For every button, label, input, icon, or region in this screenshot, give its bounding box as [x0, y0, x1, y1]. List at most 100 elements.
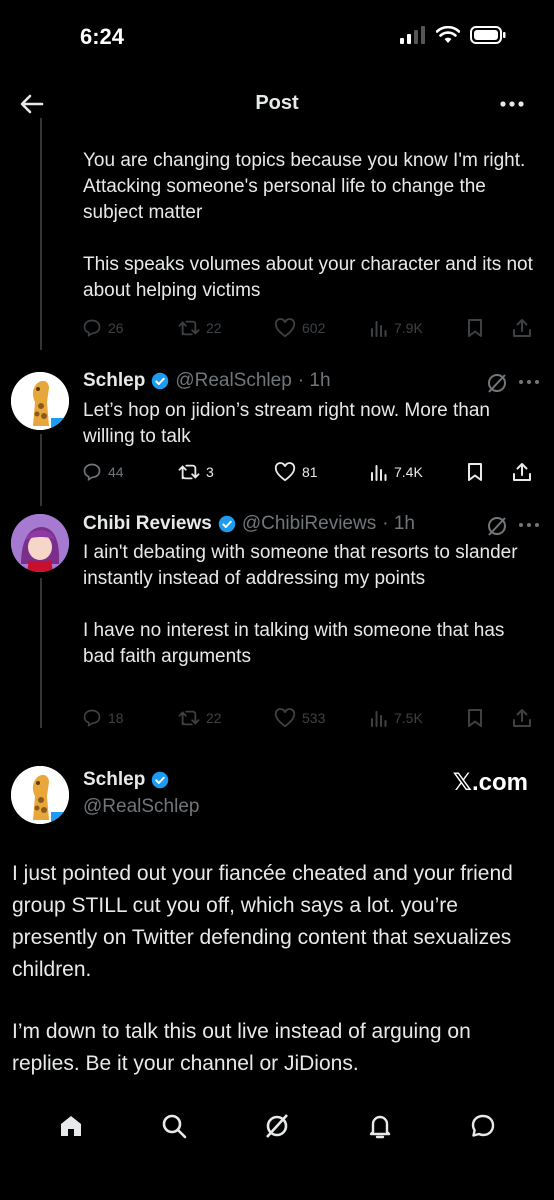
heart-icon [274, 462, 296, 482]
bookmark-button[interactable] [466, 318, 512, 338]
reply-button[interactable]: 18 [82, 708, 178, 728]
repost-button[interactable]: 3 [178, 462, 274, 482]
repost-count: 22 [206, 320, 222, 336]
reply-icon [83, 319, 101, 337]
views-button[interactable]: 7.9K [370, 319, 466, 337]
display-name[interactable]: Schlep [83, 370, 145, 392]
handle[interactable]: @RealSchlep [83, 796, 199, 818]
reply3-actions: 18 22 533 7.5K [82, 706, 542, 730]
giraffe-avatar-icon [11, 372, 69, 430]
views-icon [371, 711, 387, 727]
verified-badge-icon [152, 372, 169, 390]
home-icon[interactable] [57, 1112, 85, 1140]
reply3-paragraph: I ain't debating with someone that resor… [83, 542, 518, 589]
grok-icon[interactable] [486, 515, 508, 537]
bookmark-icon [468, 463, 482, 481]
share-button[interactable] [512, 462, 532, 482]
avatar[interactable] [11, 372, 69, 430]
reply1-actions: 26 22 602 7.9K [82, 316, 542, 340]
bookmark-icon [468, 319, 482, 337]
bookmark-button[interactable] [466, 462, 512, 482]
reply1-text: You are changing topics because you know… [83, 148, 533, 304]
like-count: 602 [302, 320, 326, 336]
views-icon [371, 321, 387, 337]
main-paragraph: I just pointed out your fiancée cheated … [12, 862, 513, 981]
reply-icon [83, 463, 101, 481]
notifications-icon[interactable] [366, 1112, 394, 1140]
share-icon [513, 319, 531, 337]
reply2-header: Schlep @RealSchlep · 1h [83, 370, 331, 392]
views-icon [371, 465, 387, 481]
reply1-paragraph: This speaks volumes about your character… [83, 254, 533, 301]
more-options-icon[interactable] [518, 376, 540, 388]
like-button[interactable]: 81 [274, 462, 370, 482]
share-icon [513, 709, 531, 727]
anime-avatar-icon [11, 514, 69, 572]
handle[interactable]: @ChibiReviews [242, 513, 376, 535]
thread-line [40, 578, 42, 728]
repost-count: 22 [206, 710, 222, 726]
views-button[interactable]: 7.4K [370, 463, 466, 481]
main-paragraph: I’m down to talk this out live instead o… [12, 1020, 471, 1075]
x-com-watermark: 𝕏.com [452, 769, 528, 796]
reply-count: 26 [108, 320, 124, 336]
views-button[interactable]: 7.5K [370, 709, 466, 727]
like-count: 81 [302, 464, 318, 480]
reply-button[interactable]: 44 [82, 462, 178, 482]
bottom-nav [0, 1100, 554, 1152]
reply3-text: I ain't debating with someone that resor… [83, 540, 523, 670]
thread-line [40, 118, 42, 350]
reply2-actions: 44 3 81 7.4K [82, 460, 542, 484]
display-name[interactable]: Schlep [83, 769, 145, 791]
more-options-icon[interactable] [518, 519, 540, 531]
repost-button[interactable]: 22 [178, 318, 274, 338]
verified-badge-icon [218, 515, 236, 533]
reply-count: 44 [108, 464, 124, 480]
repost-button[interactable]: 22 [178, 708, 274, 728]
handle[interactable]: @RealSchlep [175, 370, 291, 392]
share-button[interactable] [512, 318, 532, 338]
thread-line [40, 434, 42, 506]
avatar[interactable] [11, 514, 69, 572]
signal-icon [400, 26, 425, 44]
reply1-paragraph: You are changing topics because you know… [83, 150, 526, 223]
repost-icon [178, 710, 200, 726]
reply3-paragraph: I have no interest in talking with someo… [83, 620, 505, 667]
avatar[interactable] [11, 766, 69, 824]
main-author: Schlep [83, 769, 169, 791]
battery-icon [470, 26, 506, 44]
reply-count: 18 [108, 710, 124, 726]
messages-icon[interactable] [469, 1112, 497, 1140]
search-icon[interactable] [160, 1112, 188, 1140]
status-icons [400, 26, 506, 44]
bookmark-button[interactable] [466, 708, 512, 728]
repost-icon [178, 320, 200, 336]
reply-button[interactable]: 26 [82, 318, 178, 338]
status-time: 6:24 [80, 24, 125, 49]
repost-count: 3 [206, 464, 214, 480]
like-button[interactable]: 602 [274, 318, 370, 338]
verified-badge-icon [152, 771, 169, 789]
like-button[interactable]: 533 [274, 708, 370, 728]
timestamp: · 1h [382, 513, 415, 534]
wifi-icon [436, 26, 460, 43]
bookmark-icon [468, 709, 482, 727]
grok-icon[interactable] [263, 1112, 291, 1140]
display-name[interactable]: Chibi Reviews [83, 513, 212, 535]
giraffe-avatar-icon [11, 766, 69, 824]
main-tweet-text: I just pointed out your fiancée cheated … [12, 858, 532, 1080]
page-title: Post [255, 92, 299, 114]
views-count: 7.9K [394, 320, 423, 336]
heart-icon [274, 318, 296, 338]
repost-icon [178, 464, 200, 480]
share-icon [513, 463, 531, 481]
timestamp: · 1h [297, 370, 331, 391]
views-count: 7.5K [394, 710, 423, 726]
more-options-icon[interactable] [498, 92, 526, 116]
grok-icon[interactable] [486, 372, 508, 394]
share-button[interactable] [512, 708, 532, 728]
reply-icon [83, 709, 101, 727]
heart-icon [274, 708, 296, 728]
reply3-header: Chibi Reviews @ChibiReviews · 1h [83, 513, 415, 535]
views-count: 7.4K [394, 464, 423, 480]
